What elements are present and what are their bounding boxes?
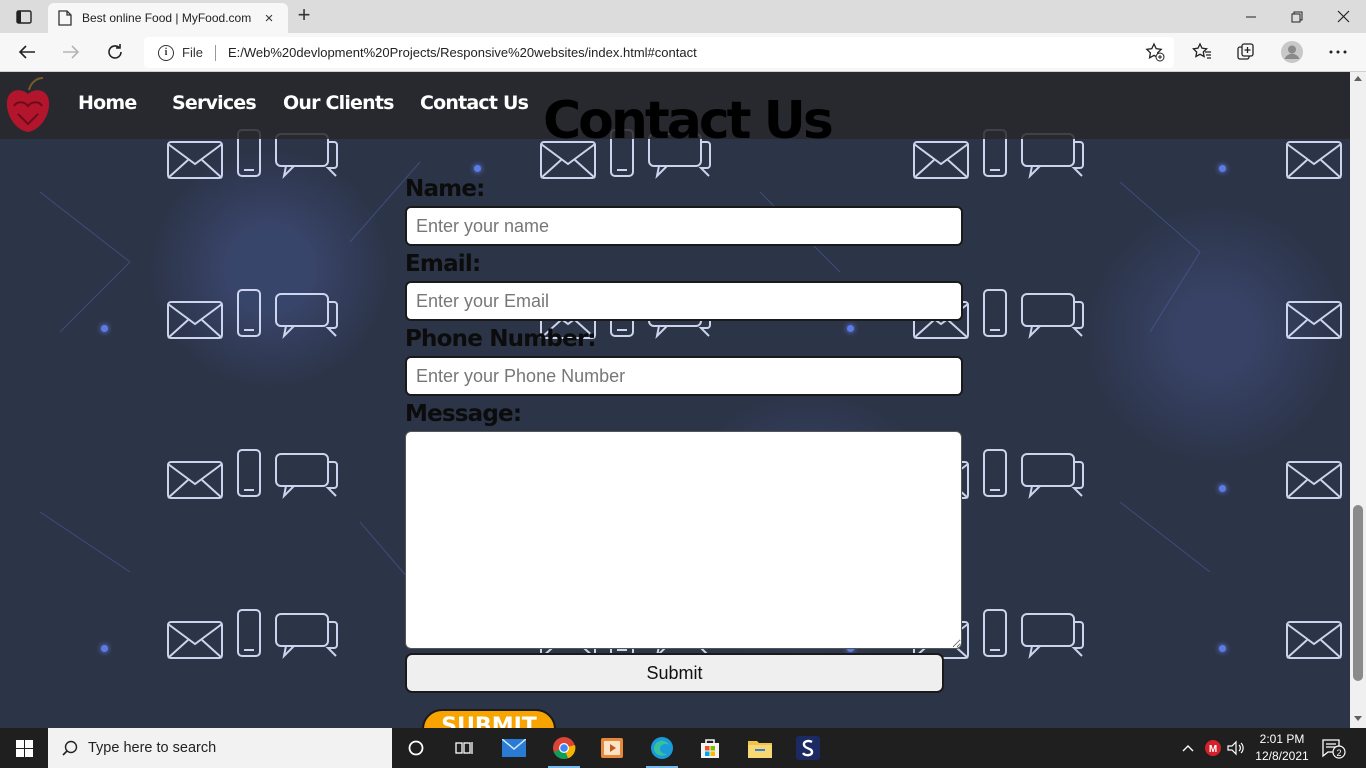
task-view-icon[interactable] <box>440 728 488 768</box>
show-hidden-icons[interactable] <box>1180 738 1196 758</box>
clock-time: 2:01 PM <box>1259 732 1305 746</box>
name-input[interactable] <box>405 206 963 246</box>
background-dot <box>1219 485 1226 492</box>
back-icon[interactable] <box>12 39 42 65</box>
scrollbar-thumb[interactable] <box>1353 505 1363 681</box>
close-window-button[interactable] <box>1320 0 1366 33</box>
new-tab-button[interactable]: + <box>292 4 316 27</box>
info-icon[interactable]: i <box>158 44 174 61</box>
collections-icon[interactable] <box>1234 41 1258 63</box>
edge-app-icon[interactable] <box>638 728 686 768</box>
nav-link-our-clients[interactable]: Our Clients <box>283 92 394 114</box>
nav-link-services[interactable]: Services <box>172 92 257 114</box>
app-s-icon[interactable] <box>784 728 832 768</box>
page-viewport: Home Services Our Clients Contact Us Con… <box>0 72 1350 728</box>
windows-start-icon[interactable] <box>0 728 48 768</box>
page-title: Contact Us <box>543 91 834 151</box>
address-toolbar: i File E:/Web%20devlopment%20Projects/Re… <box>0 33 1366 72</box>
message-textarea[interactable] <box>405 431 962 649</box>
profile-avatar[interactable] <box>1280 41 1304 63</box>
page-scrollbar[interactable] <box>1350 72 1366 728</box>
chrome-app-icon[interactable] <box>540 728 588 768</box>
notification-count: 2 <box>1336 748 1341 758</box>
browser-tab-bar: Best online Food | MyFood.com × + <box>0 0 1366 33</box>
clock-date: 12/8/2021 <box>1255 749 1309 763</box>
windows-taskbar: Type here to search M 2:01 PM 12/8/2021 … <box>0 728 1366 768</box>
browser-tab[interactable]: Best online Food | MyFood.com × <box>48 3 288 33</box>
search-icon <box>62 740 78 756</box>
tab-close-icon[interactable]: × <box>260 10 278 27</box>
notifications-icon[interactable]: 2 <box>1318 738 1348 759</box>
page-icon <box>58 10 72 26</box>
refresh-icon[interactable] <box>100 39 130 65</box>
nav-link-contact-us[interactable]: Contact Us <box>420 92 529 114</box>
forward-icon[interactable] <box>56 39 86 65</box>
background-dot <box>101 325 108 332</box>
file-explorer-icon[interactable] <box>736 728 784 768</box>
email-label: Email: <box>405 251 481 277</box>
tab-actions-icon[interactable] <box>10 6 38 28</box>
volume-icon[interactable] <box>1226 738 1246 758</box>
scroll-down-icon[interactable] <box>1354 716 1362 721</box>
favorites-icon[interactable] <box>1190 41 1214 63</box>
email-input[interactable] <box>405 281 963 321</box>
phone-label: Phone Number: <box>405 326 597 352</box>
media-app-icon[interactable] <box>588 728 636 768</box>
url-text[interactable]: E:/Web%20devlopment%20Projects/Responsiv… <box>228 45 697 60</box>
minimize-button[interactable] <box>1228 0 1274 33</box>
apple-logo-icon[interactable] <box>4 76 52 136</box>
nav-link-home[interactable]: Home <box>78 92 137 114</box>
submit-styled-button[interactable]: SUBMIT <box>422 709 556 728</box>
background-dot <box>1219 165 1226 172</box>
submit-button[interactable]: Submit <box>405 653 944 693</box>
add-favorite-icon[interactable] <box>1143 41 1167 63</box>
tab-title: Best online Food | MyFood.com <box>82 11 252 25</box>
message-label: Message: <box>405 401 522 427</box>
more-options-icon[interactable] <box>1326 41 1350 63</box>
search-placeholder: Type here to search <box>88 740 217 756</box>
scroll-up-icon[interactable] <box>1354 76 1362 81</box>
taskbar-clock[interactable]: 2:01 PM 12/8/2021 <box>1252 731 1312 765</box>
tray-badge: M <box>1209 744 1217 755</box>
scheme-label: File <box>182 45 203 60</box>
taskbar-search[interactable]: Type here to search <box>48 728 392 768</box>
store-app-icon[interactable] <box>686 728 734 768</box>
divider <box>214 44 216 61</box>
restore-button[interactable] <box>1274 0 1320 33</box>
phone-input[interactable] <box>405 356 963 396</box>
background-dot <box>474 165 481 172</box>
mail-app-icon[interactable] <box>490 728 538 768</box>
name-label: Name: <box>405 176 485 202</box>
background-dot <box>847 325 854 332</box>
cortana-icon[interactable] <box>392 728 440 768</box>
background-dot <box>1219 645 1226 652</box>
address-bar[interactable]: i File E:/Web%20devlopment%20Projects/Re… <box>144 37 1174 68</box>
tray-app-icon[interactable]: M <box>1204 738 1222 758</box>
background-dot <box>101 645 108 652</box>
